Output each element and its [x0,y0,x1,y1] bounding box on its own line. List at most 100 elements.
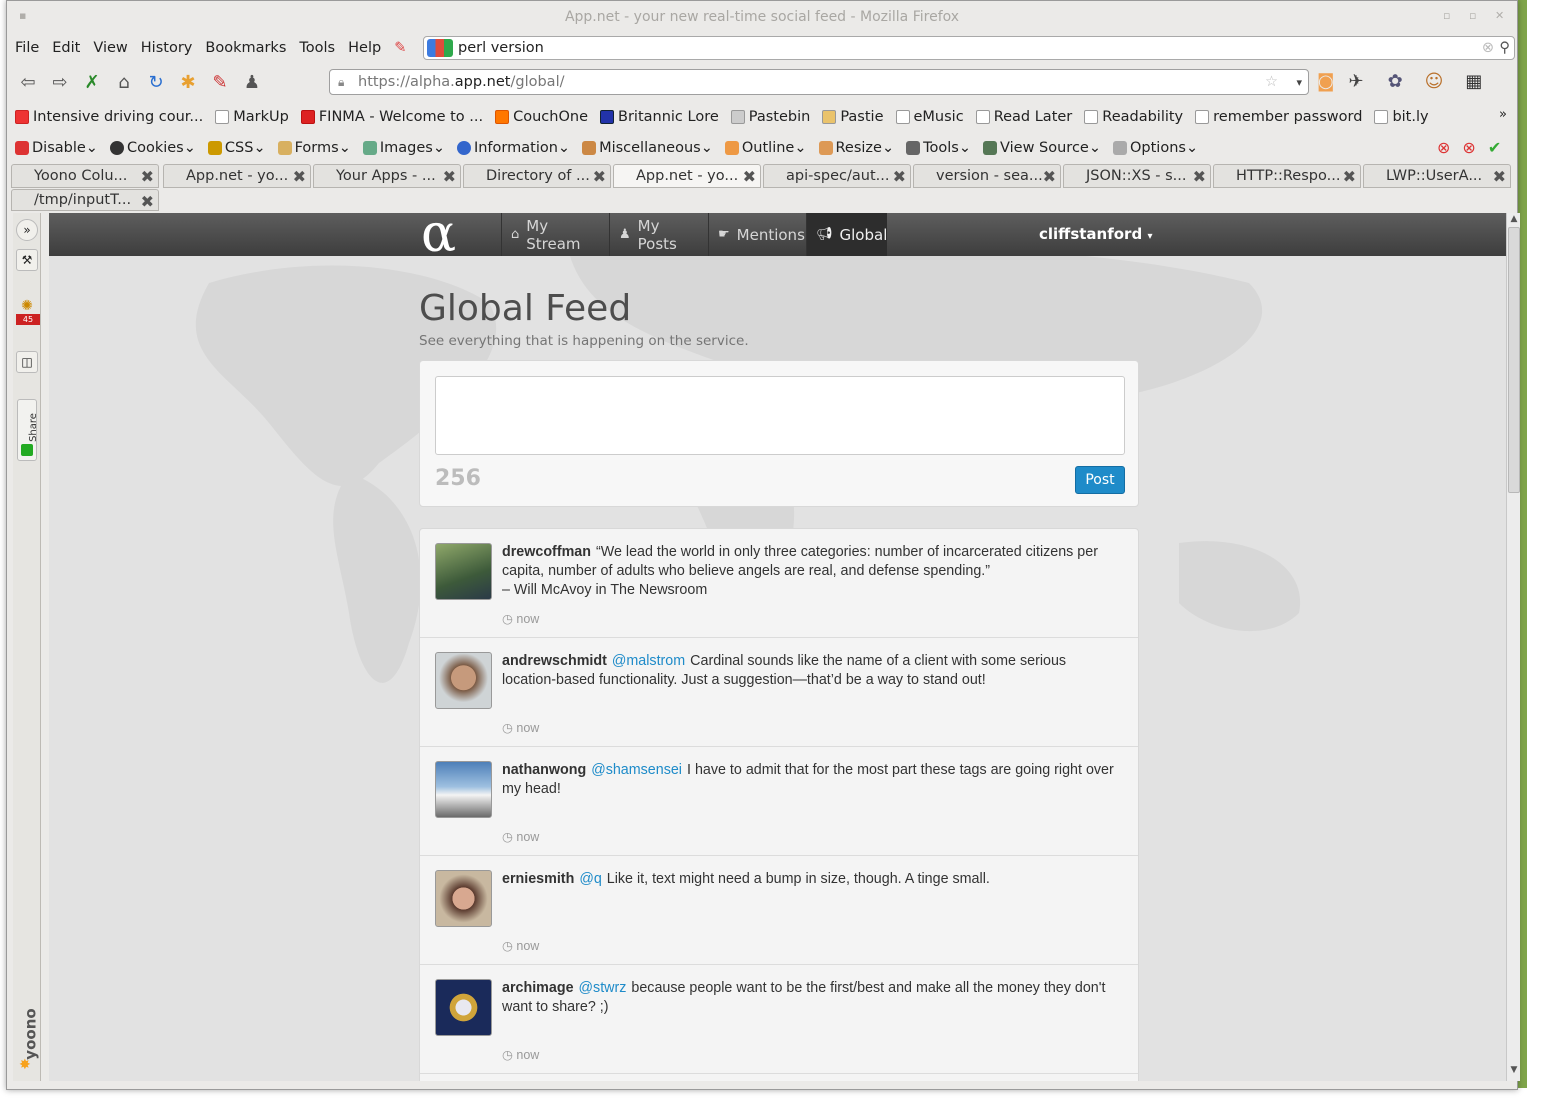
share-button[interactable]: Share [17,399,39,461]
search-engine-icon[interactable] [427,39,453,57]
close-tab-icon[interactable]: ✖ [141,192,154,210]
bookmark-item[interactable]: CouchOne [495,109,588,125]
bookmark-item[interactable]: Intensive driving cour... [15,109,203,125]
browser-tab[interactable]: Your Apps - ... ✖ [313,164,461,188]
avatar[interactable] [435,652,492,709]
close-tab-icon[interactable]: ✖ [743,167,756,186]
dev-menu-resize[interactable]: Resize ⌄ [818,140,894,156]
browser-tab[interactable]: Directory of ... ✖ [463,164,611,188]
url-dropdown-icon[interactable]: ▾ [1296,76,1302,89]
close-tab-icon[interactable]: ✖ [893,167,906,186]
menu-bookmarks[interactable]: Bookmarks [205,40,286,56]
clear-search-icon[interactable]: ⊗ [1482,40,1494,56]
menu-edit[interactable]: Edit [52,40,80,56]
menu-tools[interactable]: Tools [299,40,335,56]
scroll-up-icon[interactable]: ▲ [1508,214,1520,226]
bookmark-item[interactable]: Readability [1084,109,1183,125]
menu-file[interactable]: File [15,40,39,56]
avatar[interactable] [435,543,492,600]
bookmark-item[interactable]: eMusic [895,109,964,125]
post-button[interactable]: Post [1075,466,1125,494]
avatar[interactable] [435,979,492,1036]
browser-tab-active[interactable]: App.net - yo... ✖ [613,164,761,188]
tab-global[interactable]: 📢︎ Global [806,213,887,256]
dev-menu-forms[interactable]: Forms ⌄ [277,140,351,156]
dev-menu-miscellaneous[interactable]: Miscellaneous ⌄ [582,140,713,156]
post-timestamp[interactable]: ◷ now [502,720,539,735]
reload-icon[interactable]: ↻ [143,69,169,95]
warning-icon[interactable]: ⊗ [1462,138,1475,157]
tab-my-posts[interactable]: ♟ My Posts [609,213,708,256]
post-username[interactable]: andrewschmidt [502,653,607,669]
bookmark-item[interactable]: Read Later [975,109,1072,125]
browser-tab[interactable]: LWP::UserA... ✖ [1363,164,1511,188]
user-menu[interactable]: cliffstanford ▾ [1039,225,1152,243]
dev-menu-disable[interactable]: Disable ⌄ [15,140,98,156]
dev-menu-view-source[interactable]: View Source ⌄ [983,140,1101,156]
close-tab-icon[interactable]: ✖ [443,167,456,186]
dev-menu-tools[interactable]: Tools ⌄ [906,140,971,156]
maximize-icon[interactable]: ▫ [1469,9,1476,22]
dev-menu-information[interactable]: Information ⌄ [456,140,570,156]
avatar[interactable] [435,870,492,927]
post-timestamp[interactable]: ◷ now [502,611,539,626]
tiles-icon[interactable]: ▦ [1465,71,1482,92]
bookmark-item[interactable]: MarkUp [215,109,289,125]
close-window-icon[interactable]: ✕ [1495,9,1504,22]
evernote-icon[interactable]: ✿ [1388,71,1403,92]
menu-history[interactable]: History [141,40,193,56]
panel-icon[interactable]: ◫ [16,351,38,373]
bookmark-item[interactable]: remember password [1195,109,1362,125]
browser-tab[interactable]: version - sea... ✖ [913,164,1061,188]
post-mention[interactable]: @q [579,871,601,887]
browser-tab[interactable]: Yoono Colu... ✖ [11,164,159,188]
plugin-icon[interactable]: ✈ [1348,71,1363,92]
post-mention[interactable]: @shamsensei [591,762,682,778]
menu-help[interactable]: Help [348,40,381,56]
post-mention[interactable]: @malstrom [612,653,685,669]
bookmark-item[interactable]: bit.ly [1374,109,1429,125]
dev-menu-outline[interactable]: Outline ⌄ [724,140,807,156]
post-username[interactable]: nathanwong [502,762,586,778]
close-tab-icon[interactable]: ✖ [1043,167,1056,186]
close-tab-icon[interactable]: ✖ [1343,167,1356,186]
post-username[interactable]: erniesmith [502,871,574,887]
browser-tab[interactable]: HTTP::Respo... ✖ [1213,164,1361,188]
bookmark-item[interactable]: FINMA - Welcome to ... [300,109,483,125]
minimize-icon[interactable]: ▫ [1443,9,1450,22]
close-tab-icon[interactable]: ✖ [141,167,154,186]
tab-mentions[interactable]: ☛ Mentions [708,213,806,256]
stop-icon[interactable]: ✗ [79,69,105,95]
post-timestamp[interactable]: ◷ now [502,1047,539,1062]
forward-icon[interactable]: ⇨ [47,69,73,95]
avatar[interactable] [435,761,492,818]
eraser-tool-icon[interactable]: ✎ [207,69,233,95]
post-username[interactable]: drewcoffman [502,544,591,560]
bookmark-item[interactable]: Pastebin [730,109,810,125]
dev-menu-options[interactable]: Options ⌄ [1113,140,1198,156]
close-tab-icon[interactable]: ✖ [293,167,306,186]
bookmark-item[interactable]: Britannic Lore [600,109,719,125]
rss-icon[interactable]: ◙ [1317,71,1334,92]
browser-tab[interactable]: api-spec/aut... ✖ [763,164,911,188]
more-bookmarks-icon[interactable]: » [1499,107,1507,122]
url-bar[interactable]: 🔒︎ https://alpha. app.net/global/ ☆ ▾ [329,69,1309,95]
user-menu-icon[interactable]: ♟ [239,69,265,95]
scrollbar-thumb[interactable] [1508,227,1520,493]
dev-menu-images[interactable]: Images ⌄ [362,140,445,156]
dev-menu-cookies[interactable]: Cookies ⌄ [109,140,196,156]
wrench-icon[interactable]: ⚒ [16,249,38,271]
error-icon[interactable]: ⊗ [1437,138,1450,157]
close-tab-icon[interactable]: ✖ [593,167,606,186]
browser-tab[interactable]: App.net - yo... ✖ [163,164,311,188]
menu-view[interactable]: View [93,40,127,56]
close-tab-icon[interactable]: ✖ [1493,167,1506,186]
post-username[interactable]: archimage [502,980,574,996]
vertical-scrollbar[interactable]: ▲ ▼ [1506,213,1520,1081]
scroll-down-icon[interactable]: ▼ [1508,1065,1520,1077]
post-textarea[interactable] [435,376,1125,455]
eraser-icon[interactable]: ✎ [394,40,406,56]
magnifier-icon[interactable]: ⚲ [1499,40,1510,56]
post-mention[interactable]: @stwrz [579,980,627,996]
star-icon[interactable]: ☆ [1265,74,1278,90]
